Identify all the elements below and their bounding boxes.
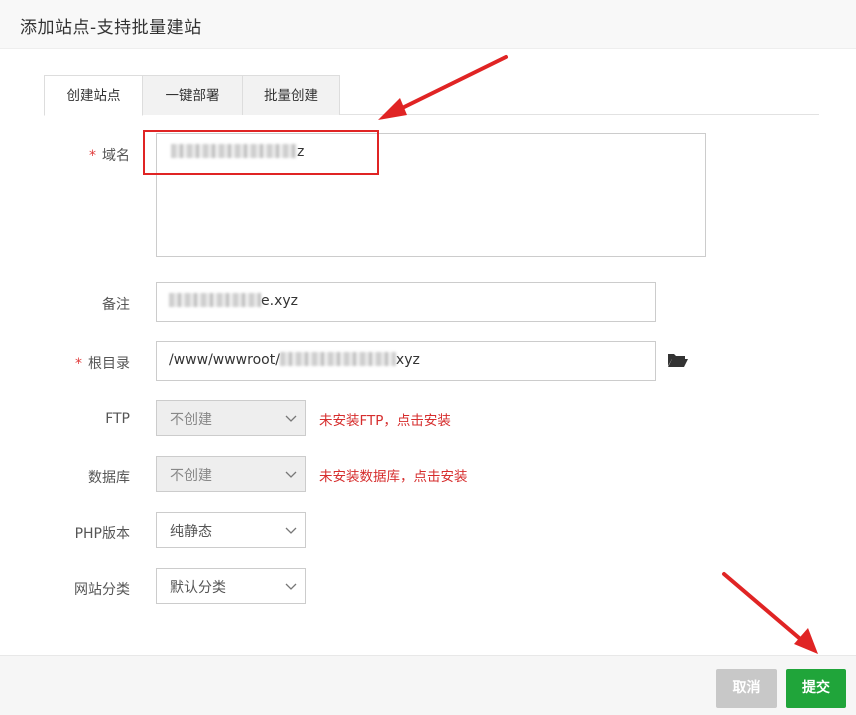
redacted-text [171,144,297,158]
site-category-selected-value: 默认分类 [170,580,226,596]
database-label: 数据库 [88,470,130,486]
site-category-label: 网站分类 [74,582,130,598]
ftp-select[interactable]: 不创建 [156,400,306,436]
chevron-down-icon [285,583,297,590]
folder-open-icon[interactable] [667,351,689,369]
submit-button[interactable]: 提交 [786,669,846,708]
dialog-title-bar: 添加站点-支持批量建站 [0,0,856,49]
install-database-link[interactable]: 未安装数据库，点击安装 [319,465,468,485]
remark-value: e.xyz [169,293,298,309]
site-category-select[interactable]: 默认分类 [156,568,306,604]
dialog-title: 添加站点-支持批量建站 [20,18,202,38]
redacted-text [169,293,261,307]
root-dir-input[interactable]: /www/wwwroot/xyz [156,341,656,381]
remark-input[interactable]: e.xyz [156,282,656,322]
domain-textarea[interactable]: z [156,133,706,257]
required-mark: * [89,148,96,164]
domain-label: * 域名 [89,148,130,164]
database-selected-value: 不创建 [170,468,212,484]
php-version-selected-value: 纯静态 [170,524,212,540]
php-version-select[interactable]: 纯静态 [156,512,306,548]
cancel-button[interactable]: 取消 [716,669,777,708]
root-dir-value: /www/wwwroot/xyz [169,352,420,368]
tab-create-site[interactable]: 创建站点 [44,75,143,116]
remark-label: 备注 [102,297,130,313]
tab-one-click-deploy[interactable]: 一键部署 [142,75,243,115]
domain-value: z [171,144,304,160]
install-ftp-link[interactable]: 未安装FTP，点击安装 [319,409,451,429]
chevron-down-icon [285,471,297,478]
dialog-footer: 取消 提交 [0,655,856,715]
root-dir-label: * 根目录 [75,356,130,372]
tab-bar: 创建站点 一键部署 批量创建 [44,75,819,116]
add-site-dialog: 添加站点-支持批量建站 创建站点 一键部署 批量创建 * 域名 z 备注 e.xy… [0,0,856,715]
database-select[interactable]: 不创建 [156,456,306,492]
annotation-arrow-to-submit [722,572,818,654]
ftp-selected-value: 不创建 [170,412,212,428]
ftp-label: FTP [105,411,130,427]
redacted-text [279,352,396,366]
php-version-label: PHP版本 [74,526,130,542]
required-mark: * [75,356,82,372]
chevron-down-icon [285,527,297,534]
chevron-down-icon [285,415,297,422]
tab-batch-create[interactable]: 批量创建 [242,75,340,115]
